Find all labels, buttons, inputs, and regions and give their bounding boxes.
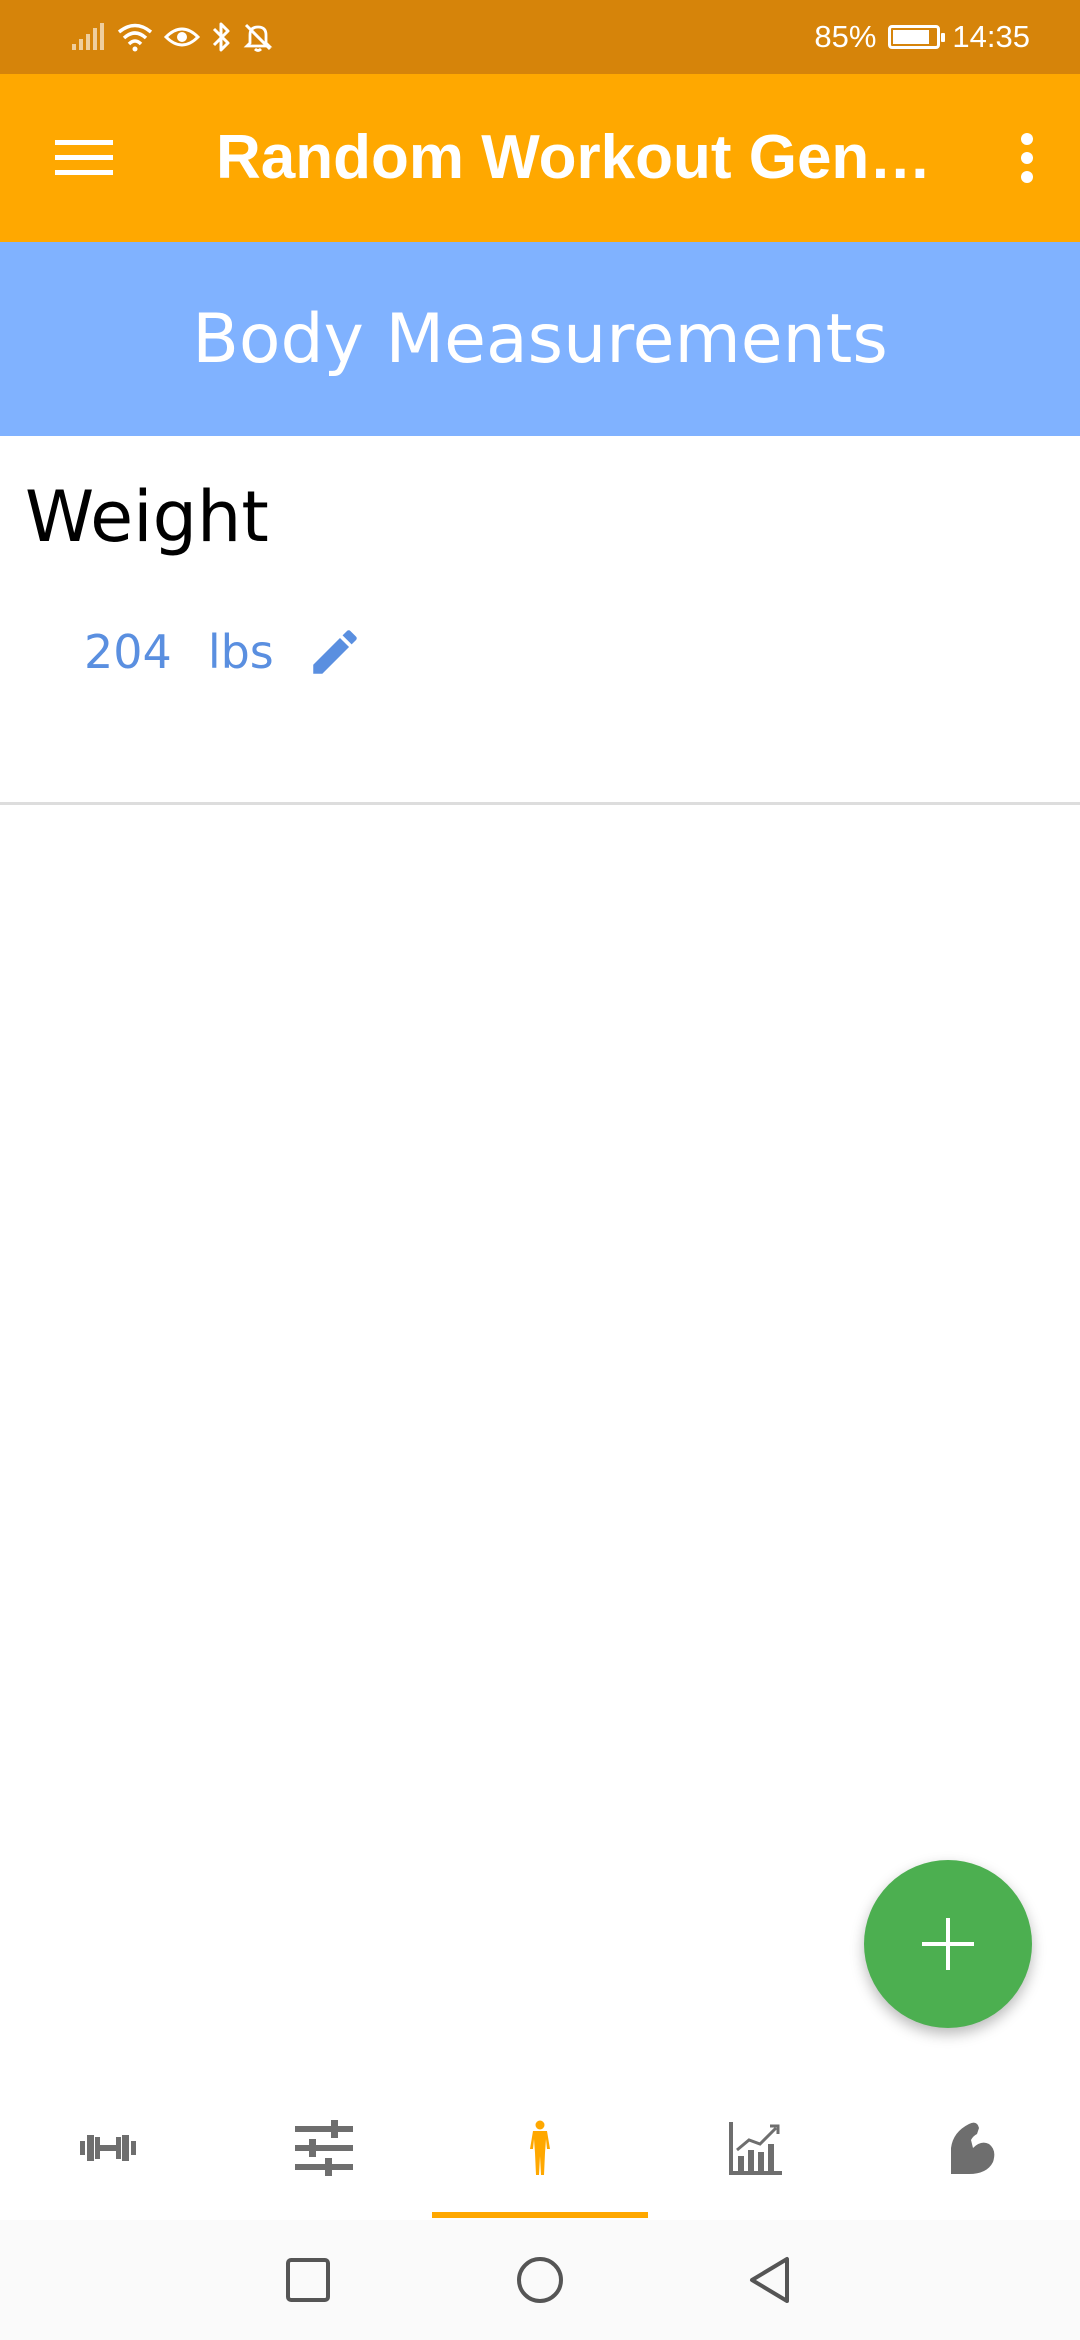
app-bar: Random Workout Gen…	[0, 74, 1080, 242]
hamburger-menu-icon	[55, 140, 113, 175]
system-navigation-bar	[0, 2220, 1080, 2340]
status-icons-left	[70, 16, 274, 58]
status-bar: 85% 14:35	[0, 0, 1080, 74]
section-title: Body Measurements	[192, 299, 888, 379]
nav-item-body-measurements[interactable]	[432, 2076, 648, 2220]
more-vert-icon	[1021, 133, 1033, 183]
bluetooth-icon	[212, 22, 230, 52]
clock: 14:35	[952, 19, 1030, 54]
section-header: Body Measurements	[0, 242, 1080, 436]
recent-apps-button[interactable]	[268, 2250, 348, 2310]
bottom-navigation	[0, 2076, 1080, 2220]
overflow-menu-button[interactable]	[992, 120, 1062, 196]
battery-icon	[888, 25, 946, 49]
menu-button[interactable]	[40, 120, 128, 196]
nav-item-statistics[interactable]	[648, 2076, 864, 2220]
recent-apps-icon	[286, 2258, 330, 2302]
dumbbell-icon	[80, 2135, 136, 2161]
status-icons-right: 85% 14:35	[814, 16, 1030, 58]
app-title: Random Workout Gen…	[216, 126, 932, 190]
eye-icon	[164, 27, 200, 47]
measurement-value: 204	[84, 625, 172, 679]
nav-item-exercises[interactable]	[864, 2076, 1080, 2220]
add-measurement-button[interactable]	[864, 1860, 1032, 2028]
nav-item-settings[interactable]	[216, 2076, 432, 2220]
measurement-card: Weight 204 lbs	[0, 436, 1080, 805]
home-button[interactable]	[500, 2250, 580, 2310]
measurement-label: Weight	[25, 476, 269, 558]
measurement-value-row: 204 lbs	[84, 612, 366, 692]
flexed-arm-icon	[951, 2122, 995, 2174]
home-icon	[517, 2257, 563, 2303]
wifi-icon	[117, 23, 153, 52]
signal-icon	[72, 23, 104, 50]
back-button[interactable]	[730, 2250, 810, 2310]
edit-measurement-button[interactable]	[304, 621, 366, 683]
nav-item-workout[interactable]	[0, 2076, 216, 2220]
notifications-off-icon	[243, 23, 273, 52]
active-tab-indicator	[432, 2212, 648, 2218]
battery-level	[893, 30, 930, 44]
sliders-icon	[295, 2120, 353, 2176]
battery-percent: 85%	[814, 19, 877, 54]
human-figure-icon	[530, 2120, 550, 2175]
back-icon	[750, 2257, 789, 2303]
plus-icon	[922, 1918, 974, 1970]
pencil-icon	[313, 630, 357, 674]
chart-icon	[729, 2122, 782, 2175]
measurement-unit: lbs	[207, 625, 274, 679]
